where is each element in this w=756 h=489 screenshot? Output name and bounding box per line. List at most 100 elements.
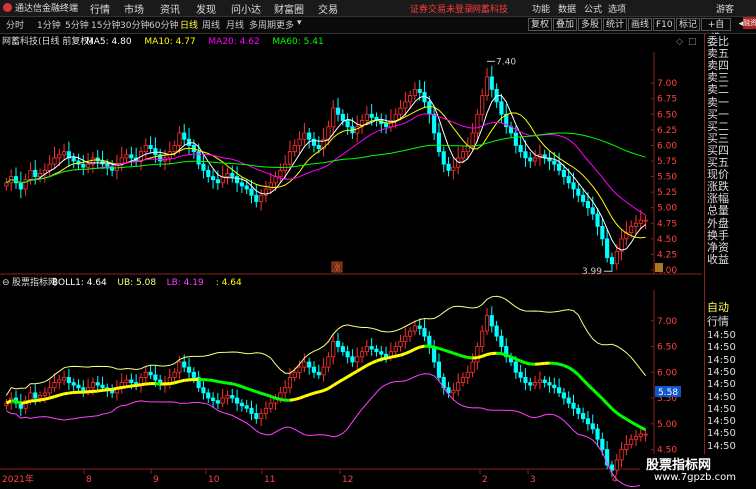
period-1min[interactable]: 1分钟 xyxy=(37,18,61,31)
btn-biaoji[interactable]: 标记 xyxy=(676,18,700,31)
panel-title-auto[interactable]: 自动 xyxy=(707,302,729,313)
sub-price-tick-label: 6.00 xyxy=(657,368,677,378)
candle-body xyxy=(437,133,440,152)
period-daily[interactable]: 日线 xyxy=(180,18,198,31)
candle-body xyxy=(514,133,517,145)
candle-body xyxy=(255,413,258,418)
candle-body xyxy=(485,77,488,96)
boll-mid-segment xyxy=(59,394,64,395)
menu-hangqing[interactable]: 行情 xyxy=(90,1,110,16)
boll-legend-item: LB: 4.19 xyxy=(167,278,204,288)
period-15min[interactable]: 15分钟 xyxy=(91,18,120,31)
btn-fuquan[interactable]: 复权 xyxy=(528,18,552,31)
candle-body xyxy=(332,108,335,127)
candle-body xyxy=(625,444,628,449)
sub-indicator-dash: ⊖ xyxy=(2,278,10,288)
candle-body xyxy=(567,177,570,183)
candle-body xyxy=(423,328,426,336)
btn-f10[interactable]: F10 xyxy=(653,18,675,31)
period-multi[interactable]: 多周期 xyxy=(249,18,276,31)
candle-body xyxy=(312,367,315,372)
menu-caifuquan[interactable]: 财富圈 xyxy=(274,1,304,16)
boll-mid-segment xyxy=(482,355,487,357)
menu-gongneng[interactable]: 功能 xyxy=(532,2,550,15)
menu-gongshi[interactable]: 公式 xyxy=(584,2,602,15)
menu-xuanxiang[interactable]: 选项 xyxy=(608,2,626,15)
tick-time: 14:50 xyxy=(707,342,736,353)
candle-body xyxy=(62,152,65,155)
menu-jiaoyi[interactable]: 交易 xyxy=(318,1,338,16)
tick-time: 14:50 xyxy=(707,404,736,415)
menu-zixun[interactable]: 资讯 xyxy=(160,1,180,16)
app-logo-icon xyxy=(3,3,12,12)
candle-body xyxy=(240,403,243,406)
btn-diejia[interactable]: 叠加 xyxy=(553,18,577,31)
candle-body xyxy=(245,186,248,189)
menu-shuju[interactable]: 数据 xyxy=(558,2,576,15)
candle-body xyxy=(269,403,272,408)
candle-body xyxy=(615,251,618,263)
menu-wenxiaoda[interactable]: 问小达 xyxy=(231,1,261,16)
x-month-label: 3 xyxy=(530,475,536,485)
btn-duogu[interactable]: 多股 xyxy=(578,18,602,31)
candle-body xyxy=(149,372,152,375)
menu-shichang[interactable]: 市场 xyxy=(124,1,144,16)
period-5min[interactable]: 5分钟 xyxy=(65,18,89,31)
boll-mid-segment xyxy=(540,363,545,364)
candle-body xyxy=(399,341,402,346)
btn-tongji[interactable]: 统计 xyxy=(603,18,627,31)
candle-body xyxy=(557,388,560,393)
quote-field-label: 卖四 xyxy=(707,60,729,71)
tick-time: 14:50 xyxy=(707,367,736,378)
candle-body xyxy=(615,460,618,470)
current-price-text: 5.58 xyxy=(658,388,678,398)
candle-body xyxy=(577,189,580,195)
chart-close-icon[interactable]: □ xyxy=(688,37,697,47)
candle-body xyxy=(336,341,339,346)
candle-body xyxy=(173,372,176,377)
btn-huaxian[interactable]: 画线 xyxy=(628,18,652,31)
boll-mid-segment xyxy=(208,380,213,381)
login-alert[interactable]: 证券交易未登录 xyxy=(410,2,473,15)
candle-body xyxy=(629,439,632,444)
boll-mid-segment xyxy=(477,356,482,357)
menu-faxian[interactable]: 发现 xyxy=(196,1,216,16)
candle-body xyxy=(553,161,556,164)
price-tick-label: 4.25 xyxy=(657,250,677,260)
boll-mid-segment xyxy=(376,359,381,361)
tick-time: 14:50 xyxy=(707,428,736,439)
quote-field-label: 委比 xyxy=(707,36,729,47)
boll-mid-segment xyxy=(400,354,405,356)
menu-youke[interactable]: 游客 xyxy=(716,2,734,15)
boll-mid-segment xyxy=(381,358,386,359)
sub-indicator-name[interactable]: 股票指标网 xyxy=(12,276,57,288)
chart-settings-icon[interactable]: ◇ xyxy=(676,37,683,47)
candle-body xyxy=(279,170,282,176)
candle-body xyxy=(538,380,541,383)
period-more[interactable]: 更多 xyxy=(276,18,294,31)
boll-legend-item: UB: 5.08 xyxy=(117,278,156,288)
candle-body xyxy=(644,220,647,221)
candle-body xyxy=(610,258,613,264)
candle-body xyxy=(101,385,104,388)
more-chevron-icon[interactable]: ▾ xyxy=(297,18,302,28)
kline-chart[interactable]: 网蓄科技(日线 前复权) MA5: 4.80MA10: 4.77MA20: 4.… xyxy=(0,34,702,487)
boll-mid-segment xyxy=(391,356,396,357)
period-fenshi[interactable]: 分时 xyxy=(6,18,24,31)
btn-add-watchlist[interactable]: +自选 xyxy=(701,18,731,31)
boll-mid-segment xyxy=(117,387,122,388)
candle-body xyxy=(72,383,75,386)
boll-mid-segment xyxy=(271,396,276,398)
boll-mid-segment xyxy=(16,401,21,403)
period-weekly[interactable]: 周线 xyxy=(202,18,220,31)
period-monthly[interactable]: 月线 xyxy=(226,18,244,31)
candle-body xyxy=(394,347,397,352)
period-30min[interactable]: 30分钟 xyxy=(120,18,149,31)
period-60min[interactable]: 60分钟 xyxy=(149,18,178,31)
candle-body xyxy=(336,108,339,114)
candle-body xyxy=(399,108,402,114)
candle-body xyxy=(428,102,431,114)
candle-body xyxy=(634,437,637,440)
price-tick-label: 4.50 xyxy=(657,235,677,245)
candle-body xyxy=(404,102,407,108)
